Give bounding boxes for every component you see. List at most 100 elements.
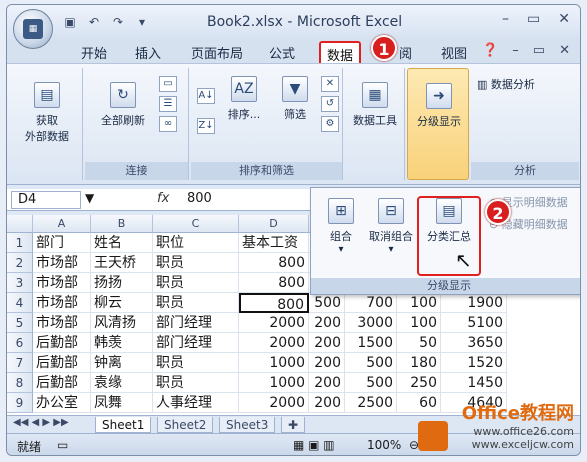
connections-icon[interactable]: ▭ <box>159 76 177 92</box>
filter-button[interactable]: ▼ 筛选 <box>273 76 317 122</box>
table-cell[interactable]: 1000 <box>239 373 309 393</box>
data-analysis-button[interactable]: ▥ 数据分析 <box>477 76 573 92</box>
table-cell[interactable]: 2500 <box>345 393 397 413</box>
formula-input[interactable]: 800 <box>187 191 212 206</box>
tab-page-layout[interactable]: 页面布局 <box>191 43 243 62</box>
table-cell[interactable]: 800 <box>239 273 309 293</box>
table-cell[interactable]: 职员 <box>153 373 239 393</box>
table-cell[interactable]: 部门经理 <box>153 333 239 353</box>
table-cell[interactable]: 人事经理 <box>153 393 239 413</box>
tab-view[interactable]: 视图 <box>441 43 467 62</box>
table-cell[interactable]: 2000 <box>239 393 309 413</box>
row-header[interactable]: 9 <box>7 393 33 413</box>
group-button[interactable]: ⊞ 组合 ▾ <box>319 198 363 255</box>
table-cell[interactable]: 100 <box>397 313 441 333</box>
table-cell[interactable]: 职员 <box>153 253 239 273</box>
properties-icon[interactable]: ☰ <box>159 96 177 112</box>
table-cell[interactable]: 办公室 <box>33 393 91 413</box>
edit-links-icon[interactable]: ∞ <box>159 116 177 132</box>
reapply-filter-icon[interactable]: ↺ <box>321 96 339 112</box>
table-cell[interactable]: 韩羡 <box>91 333 153 353</box>
table-cell[interactable]: 袁缘 <box>91 373 153 393</box>
table-cell[interactable]: 部门经理 <box>153 313 239 333</box>
clear-filter-icon[interactable]: ✕ <box>321 76 339 92</box>
table-cell[interactable]: 钟离 <box>91 353 153 373</box>
table-cell[interactable]: 风清扬 <box>91 313 153 333</box>
sheet-tab-1[interactable]: Sheet1 <box>95 417 152 433</box>
advanced-filter-icon[interactable]: ⚙ <box>321 116 339 132</box>
table-cell[interactable]: 凤舞 <box>91 393 153 413</box>
refresh-all-button[interactable]: ↻ 全部刷新 <box>93 82 153 128</box>
row-header[interactable]: 1 <box>7 233 33 253</box>
doc-restore-icon[interactable]: ▭ <box>533 43 545 58</box>
table-cell[interactable]: 500 <box>309 293 345 313</box>
table-cell[interactable]: 后勤部 <box>33 373 91 393</box>
select-all-corner[interactable] <box>7 215 33 233</box>
table-cell[interactable]: 50 <box>397 333 441 353</box>
row-header[interactable]: 6 <box>7 333 33 353</box>
row-header[interactable]: 5 <box>7 313 33 333</box>
insert-sheet-icon[interactable]: ✚ <box>281 417 306 433</box>
customize-qat-icon[interactable]: ▾ <box>133 14 151 30</box>
table-cell[interactable]: 200 <box>309 333 345 353</box>
table-cell[interactable]: 700 <box>345 293 397 313</box>
row-header[interactable]: 2 <box>7 253 33 273</box>
table-cell[interactable]: 3650 <box>441 333 507 353</box>
column-header[interactable]: B <box>91 215 153 233</box>
outline-button[interactable]: ➜ 分级显示 <box>410 83 468 129</box>
table-cell[interactable]: 职员 <box>153 273 239 293</box>
table-cell[interactable]: 1000 <box>239 353 309 373</box>
insert-function-icon[interactable]: fx <box>157 191 169 206</box>
table-cell[interactable]: 800 <box>239 293 309 313</box>
row-header[interactable]: 8 <box>7 373 33 393</box>
table-cell[interactable]: 1900 <box>441 293 507 313</box>
ungroup-button[interactable]: ⊟ 取消组合 ▾ <box>363 198 419 255</box>
table-cell[interactable]: 250 <box>397 373 441 393</box>
close-icon[interactable]: ✕ <box>558 11 570 27</box>
minimize-icon[interactable]: – <box>502 11 509 27</box>
table-cell[interactable]: 市场部 <box>33 273 91 293</box>
row-header[interactable]: 3 <box>7 273 33 293</box>
row-header[interactable]: 4 <box>7 293 33 313</box>
sheet-tab-3[interactable]: Sheet3 <box>219 417 276 433</box>
table-cell[interactable]: 2000 <box>239 333 309 353</box>
table-cell[interactable]: 5100 <box>441 313 507 333</box>
table-cell[interactable]: 扬扬 <box>91 273 153 293</box>
table-cell[interactable]: 200 <box>309 353 345 373</box>
table-cell[interactable]: 1450 <box>441 373 507 393</box>
table-cell[interactable]: 200 <box>309 393 345 413</box>
tab-insert[interactable]: 插入 <box>135 43 161 62</box>
table-cell[interactable]: 后勤部 <box>33 333 91 353</box>
table-cell[interactable]: 1520 <box>441 353 507 373</box>
column-header[interactable]: A <box>33 215 91 233</box>
tab-review[interactable]: 阅 <box>399 43 412 62</box>
name-box-dropdown-icon[interactable]: ▼ <box>85 191 94 205</box>
table-cell[interactable]: 市场部 <box>33 313 91 333</box>
maximize-icon[interactable]: ▭ <box>527 11 540 27</box>
table-cell[interactable]: 职员 <box>153 293 239 313</box>
sort-button[interactable]: AZ 排序... <box>219 76 269 122</box>
table-cell[interactable]: 500 <box>345 373 397 393</box>
tab-formulas[interactable]: 公式 <box>269 43 295 62</box>
macro-record-icon[interactable]: ▭ <box>57 438 68 452</box>
table-cell[interactable]: 市场部 <box>33 293 91 313</box>
table-cell[interactable]: 后勤部 <box>33 353 91 373</box>
table-cell[interactable]: 180 <box>397 353 441 373</box>
table-cell[interactable]: 60 <box>397 393 441 413</box>
table-cell[interactable]: 柳云 <box>91 293 153 313</box>
get-external-data-button[interactable]: ▤ 获取 外部数据 <box>17 82 77 144</box>
redo-icon[interactable]: ↷ <box>109 14 127 30</box>
column-header[interactable]: D <box>239 215 309 233</box>
tab-home[interactable]: 开始 <box>81 43 107 62</box>
row-header[interactable]: 7 <box>7 353 33 373</box>
table-cell[interactable]: 800 <box>239 253 309 273</box>
column-header[interactable]: C <box>153 215 239 233</box>
table-cell[interactable]: 3000 <box>345 313 397 333</box>
sheet-nav-icon[interactable]: ◀◀ ◀ ▶ ▶▶ <box>13 417 69 428</box>
table-cell[interactable]: 王天桥 <box>91 253 153 273</box>
table-cell[interactable]: 职员 <box>153 353 239 373</box>
name-box[interactable]: D4 <box>11 191 81 209</box>
table-cell[interactable]: 100 <box>397 293 441 313</box>
doc-close-icon[interactable]: ✕ <box>559 43 570 58</box>
table-cell[interactable]: 姓名 <box>91 233 153 253</box>
